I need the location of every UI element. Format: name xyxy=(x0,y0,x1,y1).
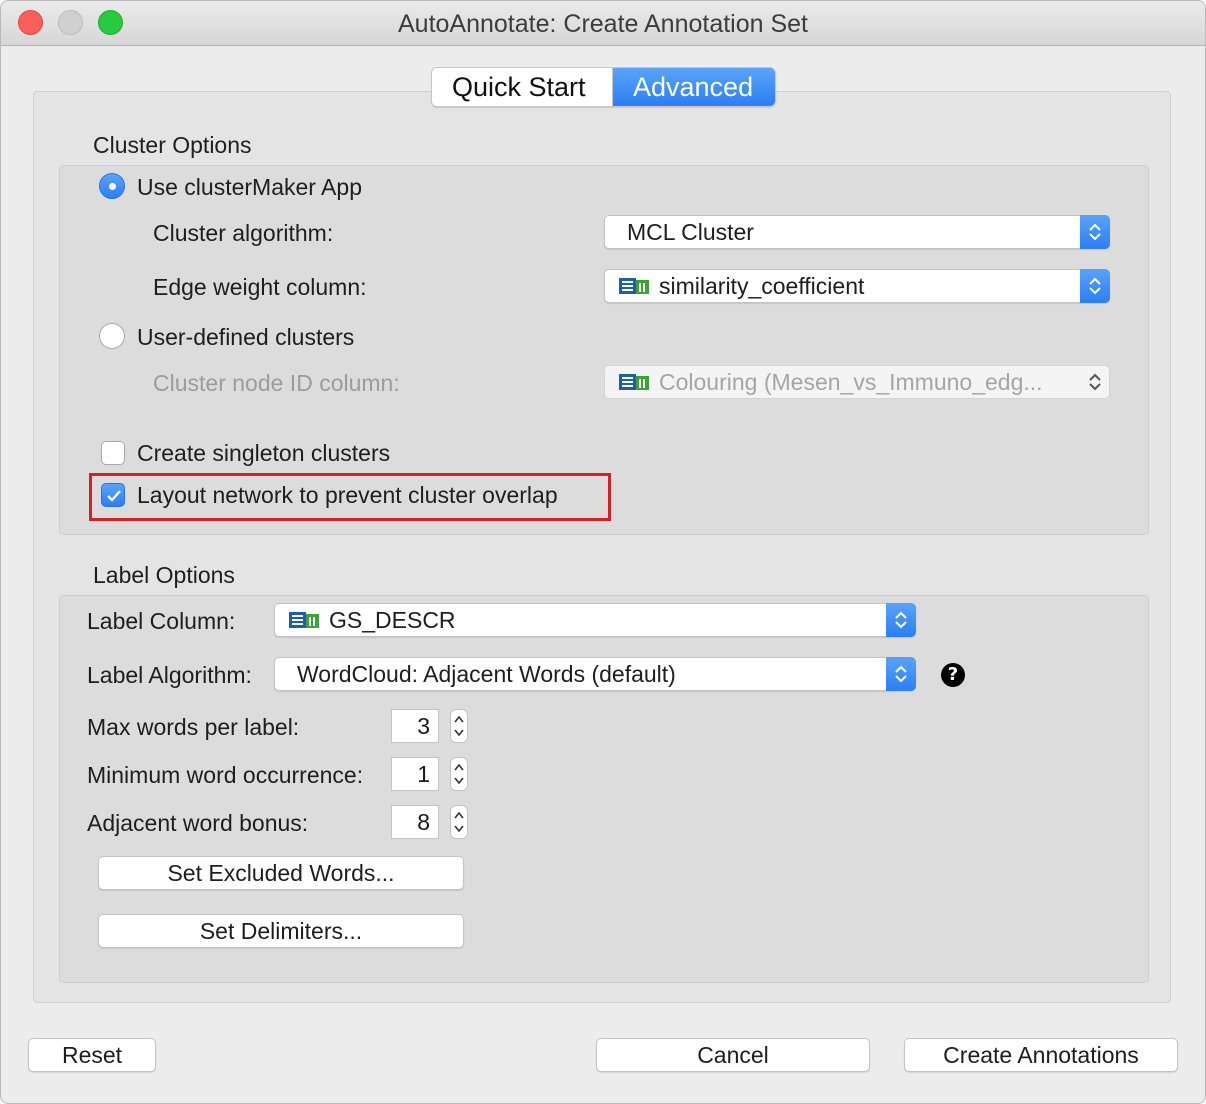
stepper-arrows-icon xyxy=(454,811,464,833)
table-column-icon xyxy=(619,278,649,299)
use-clustermaker-radio[interactable] xyxy=(99,173,125,199)
create-singleton-label[interactable]: Create singleton clusters xyxy=(137,440,390,467)
edge-weight-column-select[interactable]: similarity_coefficient xyxy=(604,269,1110,303)
adjacent-word-bonus-label: Adjacent word bonus: xyxy=(87,810,309,836)
label-algorithm-select[interactable]: WordCloud: Adjacent Words (default) xyxy=(274,657,916,691)
min-word-occurrence-stepper[interactable] xyxy=(450,757,468,791)
cluster-node-id-column-value: Colouring (Mesen_vs_Immuno_edg... xyxy=(659,369,1043,395)
cluster-algorithm-label: Cluster algorithm: xyxy=(153,220,334,246)
cancel-button[interactable]: Cancel xyxy=(596,1038,870,1072)
label-column-label: Label Column: xyxy=(87,608,236,634)
window-title: AutoAnnotate: Create Annotation Set xyxy=(397,10,809,38)
dialog-window: AutoAnnotate: Create Annotation Set Quic… xyxy=(0,0,1206,1104)
cluster-algorithm-select[interactable]: MCL Cluster xyxy=(604,215,1110,249)
tab-quick-start[interactable]: Quick Start xyxy=(432,68,613,106)
min-word-occurrence-label: Minimum word occurrence: xyxy=(87,762,364,788)
label-algorithm-value: WordCloud: Adjacent Words (default) xyxy=(297,661,676,687)
max-words-label: Max words per label: xyxy=(87,714,300,740)
set-excluded-words-button[interactable]: Set Excluded Words... xyxy=(98,856,464,890)
label-column-value: GS_DESCR xyxy=(329,607,456,633)
highlight-annotation-box xyxy=(89,473,611,521)
chevron-updown-icon xyxy=(886,657,916,691)
create-singleton-checkbox[interactable] xyxy=(101,441,125,465)
help-icon[interactable]: ? xyxy=(941,663,965,687)
max-words-stepper[interactable] xyxy=(450,709,468,743)
use-clustermaker-label[interactable]: Use clusterMaker App xyxy=(137,174,362,201)
chevron-updown-icon xyxy=(1080,365,1110,399)
edge-weight-column-label: Edge weight column: xyxy=(153,274,367,300)
title-bar: AutoAnnotate: Create Annotation Set xyxy=(1,1,1205,46)
max-words-field[interactable]: 3 xyxy=(391,709,439,743)
stepper-arrows-icon xyxy=(454,763,464,785)
table-column-icon xyxy=(289,612,319,633)
user-defined-clusters-radio[interactable] xyxy=(99,323,125,349)
cluster-algorithm-value: MCL Cluster xyxy=(627,219,754,245)
min-word-occurrence-field[interactable]: 1 xyxy=(391,757,439,791)
create-annotations-button[interactable]: Create Annotations xyxy=(904,1038,1178,1072)
cluster-options-heading: Cluster Options xyxy=(93,132,252,158)
set-delimiters-button[interactable]: Set Delimiters... xyxy=(98,914,464,948)
adjacent-word-bonus-field[interactable]: 8 xyxy=(391,805,439,839)
cluster-node-id-column-label: Cluster node ID column: xyxy=(153,370,400,396)
user-defined-clusters-label[interactable]: User-defined clusters xyxy=(137,324,354,351)
adjacent-word-bonus-stepper[interactable] xyxy=(450,805,468,839)
chevron-updown-icon xyxy=(1080,215,1110,249)
tab-advanced[interactable]: Advanced xyxy=(613,68,775,106)
stepper-arrows-icon xyxy=(454,715,464,737)
chevron-updown-icon xyxy=(1080,269,1110,303)
label-algorithm-label: Label Algorithm: xyxy=(87,662,252,688)
reset-button[interactable]: Reset xyxy=(28,1038,156,1072)
cluster-node-id-column-select[interactable]: Colouring (Mesen_vs_Immuno_edg... xyxy=(604,365,1110,399)
label-options-heading: Label Options xyxy=(93,562,235,588)
edge-weight-column-value: similarity_coefficient xyxy=(659,273,865,299)
tab-bar: Quick Start Advanced xyxy=(431,67,776,107)
table-column-icon xyxy=(619,374,649,395)
label-column-select[interactable]: GS_DESCR xyxy=(274,603,916,637)
chevron-updown-icon xyxy=(886,603,916,637)
